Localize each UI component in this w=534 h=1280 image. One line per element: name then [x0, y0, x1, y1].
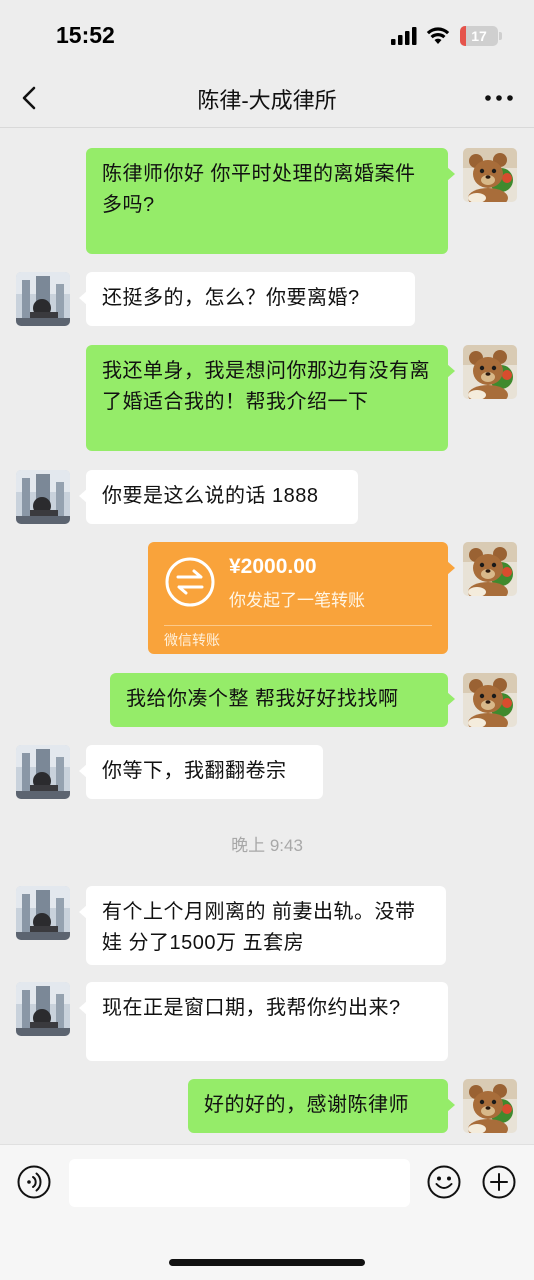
home-indicator[interactable] — [169, 1259, 365, 1266]
contact-avatar[interactable] — [16, 745, 70, 799]
message-text: 陈律师你好 你平时处理的离婚案件多吗? — [102, 163, 416, 216]
my-avatar[interactable] — [463, 1079, 517, 1133]
voice-input-icon[interactable] — [17, 1165, 51, 1199]
my-avatar[interactable] — [463, 673, 517, 727]
contact-avatar[interactable] — [16, 982, 70, 1036]
my-avatar[interactable] — [463, 148, 517, 202]
more-options-icon[interactable] — [484, 92, 514, 104]
chat-header: 陈律-大成律所 — [0, 70, 534, 128]
message-bubble-received[interactable]: 你等下，我翻翻卷宗 — [79, 745, 323, 799]
contact-avatar[interactable] — [16, 470, 70, 524]
message-bubble-received[interactable]: 还挺多的，怎么？你要离婚? — [79, 272, 415, 326]
plus-icon[interactable] — [482, 1165, 516, 1199]
status-bar: 15:52 17 — [0, 0, 534, 70]
input-bar — [0, 1144, 534, 1280]
message-text: 你等下，我翻翻卷宗 — [102, 760, 287, 782]
message-bubble-received[interactable]: 现在正是窗口期，我帮你约出来? — [79, 982, 448, 1061]
transfer-amount: ¥2000.00 — [229, 555, 317, 578]
transfer-description: 你发起了一笔转账 — [229, 591, 365, 610]
message-text: 有个上个月刚离的 前妻出轨。没带娃 分了1500万 五套房 — [102, 901, 416, 954]
message-bubble-sent[interactable]: 我给你凑个整 帮我好好找找啊 — [110, 673, 455, 727]
message-text: 现在正是窗口期，我帮你约出来? — [102, 997, 401, 1019]
contact-avatar[interactable] — [16, 272, 70, 326]
status-time: 15:52 — [56, 22, 115, 48]
message-text: 还挺多的，怎么？你要离婚? — [102, 287, 360, 309]
my-avatar[interactable] — [463, 542, 517, 596]
message-bubble-sent[interactable]: 陈律师你好 你平时处理的离婚案件多吗? — [86, 148, 455, 254]
chat-title: 陈律-大成律所 — [197, 88, 337, 113]
message-text: 好的好的，感谢陈律师 — [204, 1094, 409, 1116]
cellular-signal-icon — [391, 27, 417, 45]
message-bubble-received[interactable]: 有个上个月刚离的 前妻出轨。没带娃 分了1500万 五套房 — [79, 886, 446, 965]
message-text: 我还单身，我是想问你那边有没有离了婚适合我的！帮我介绍一下 — [102, 360, 430, 413]
battery-icon: 17 — [460, 26, 502, 46]
my-avatar[interactable] — [463, 345, 517, 399]
message-input[interactable] — [69, 1159, 410, 1207]
message-text: 我给你凑个整 帮我好好找找啊 — [126, 688, 399, 710]
transfer-card[interactable]: ¥2000.00 你发起了一笔转账 微信转账 — [148, 542, 455, 654]
contact-avatar[interactable] — [16, 886, 70, 940]
message-list[interactable]: 陈律师你好 你平时处理的离婚案件多吗? 还挺多的，怎么？你要离婚? 我还单身，我… — [0, 128, 534, 1144]
divider — [164, 625, 432, 626]
wifi-icon — [426, 27, 450, 44]
transfer-footer: 微信转账 — [164, 632, 220, 648]
message-bubble-sent[interactable]: 我还单身，我是想问你那边有没有离了婚适合我的！帮我介绍一下 — [86, 345, 455, 451]
emoji-icon[interactable] — [427, 1165, 461, 1199]
message-bubble-sent[interactable]: 好的好的，感谢陈律师 — [188, 1079, 455, 1133]
message-bubble-received[interactable]: 你要是这么说的话 1888 — [79, 470, 358, 524]
message-text: 你要是这么说的话 1888 — [102, 485, 319, 507]
battery-level: 17 — [471, 28, 487, 44]
timestamp-divider: 晚上 9:43 — [231, 836, 303, 855]
transfer-arrows-icon — [165, 557, 215, 607]
